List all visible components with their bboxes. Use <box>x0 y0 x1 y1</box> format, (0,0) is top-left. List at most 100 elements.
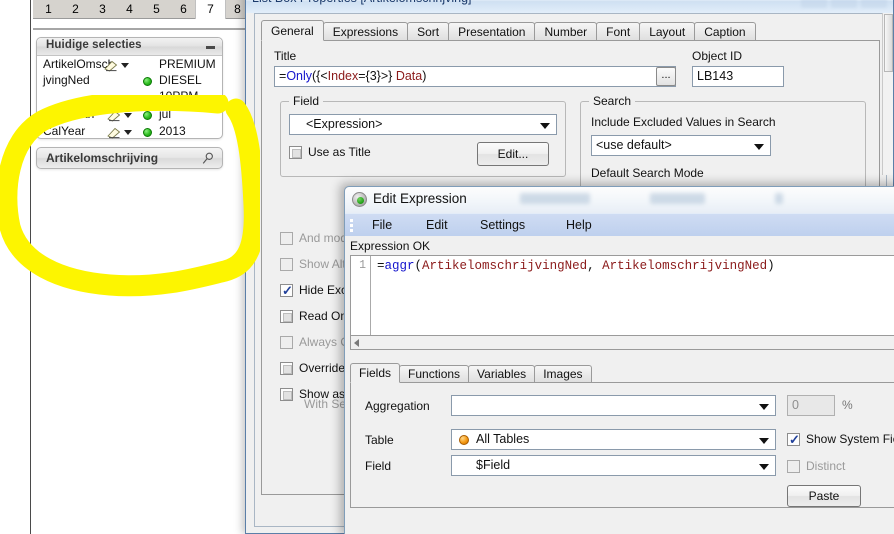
title-token-2: ({< <box>312 69 328 83</box>
title-token-5: Data <box>395 69 423 83</box>
sheet-tab-strip[interactable]: 12345678 <box>33 0 250 19</box>
percent-input[interactable]: 0 <box>787 395 835 416</box>
code-token-3: ArtikelomschrijvingNed <box>422 259 588 273</box>
document-left-rail <box>0 0 31 534</box>
code-token-5: ArtikelomschrijvingNed <box>602 259 768 273</box>
fields-tab-pane: Aggregation 0 % Table All Tables ✓ Show … <box>350 382 894 508</box>
line-number: 1 <box>359 259 366 272</box>
selection-row[interactable]: ArtikelOmsch jvingNed PREMIUM DIESEL 10PPM <box>37 57 222 107</box>
title-expression-button[interactable]: ... <box>656 67 676 86</box>
selection-value: 10PPM <box>159 89 199 103</box>
clear-selection-icon[interactable] <box>103 59 119 72</box>
tab-number[interactable]: Number <box>534 22 598 41</box>
checkbox-box <box>787 460 800 473</box>
listbox-title: Artikelomschrijving <box>46 151 159 165</box>
selection-row[interactable]: CalMonth jul <box>37 107 222 124</box>
code-token-1: aggr <box>384 259 415 273</box>
editor-horizontal-scrollbar[interactable] <box>350 335 894 350</box>
field-groupbox: Field <Expression> Use as Title Edit... <box>280 94 566 177</box>
code-token-2: ( <box>414 259 423 273</box>
ghost-text-3 <box>775 193 783 204</box>
properties-titlebar[interactable]: List Box Properties [Artikelomschrijving… <box>246 0 893 13</box>
tab-font[interactable]: Font <box>596 22 641 41</box>
selection-row[interactable]: CalYear 2013 <box>37 124 222 141</box>
field-expression-combo[interactable]: <Expression> <box>289 114 557 135</box>
tab-presentation[interactable]: Presentation <box>448 22 536 41</box>
expression-code[interactable]: =aggr(ArtikelomschrijvingNed, Artikeloms… <box>377 259 775 273</box>
menu-help[interactable]: Help <box>559 217 599 233</box>
minimize-button[interactable] <box>801 0 827 8</box>
expression-editor[interactable]: 1 =aggr(ArtikelomschrijvingNed, Artikelo… <box>350 255 894 335</box>
expression-status: Expression OK <box>350 239 431 253</box>
aggregation-label: Aggregation <box>365 399 430 413</box>
edit-expression-lower: Fields Functions Variables Images Aggregati… <box>350 363 894 508</box>
edit-expression-menubar[interactable]: File Edit Settings Help <box>345 213 894 236</box>
paste-button[interactable]: Paste <box>787 485 861 507</box>
title-token-3: Index <box>327 69 359 83</box>
field-group-label: Field <box>289 94 324 108</box>
expression-tab-strip[interactable]: Fields Functions Variables Images <box>350 363 592 383</box>
properties-tab-strip[interactable]: General Expressions Sort Presentation Number… <box>261 20 756 41</box>
checkbox-box <box>280 258 293 271</box>
table-combo[interactable]: All Tables <box>451 429 776 450</box>
tab-expressions[interactable]: Expressions <box>322 22 409 41</box>
properties-vertical-scrollbar[interactable] <box>882 13 893 175</box>
field-value: $Field <box>476 458 511 472</box>
tab-sort[interactable]: Sort <box>407 22 450 41</box>
field-combo[interactable]: $Field <box>451 455 776 476</box>
search-group-label: Search <box>589 94 636 108</box>
scroll-left-arrow-icon[interactable] <box>354 339 359 347</box>
ghost-text-2 <box>650 193 705 204</box>
title-input[interactable]: =Only({<Index={3}>} Data) <box>274 66 676 87</box>
close-button[interactable] <box>861 0 887 8</box>
listbox-artikelomschrijving[interactable]: Artikelomschrijving <box>36 147 223 169</box>
menu-settings[interactable]: Settings <box>473 217 532 233</box>
expression-tab-functions[interactable]: Functions <box>399 365 470 383</box>
maximize-button[interactable] <box>831 0 857 8</box>
include-excluded-combo[interactable]: <use default> <box>591 135 771 156</box>
tab-layout[interactable]: Layout <box>639 22 696 41</box>
checkbox-box <box>280 388 293 401</box>
search-icon[interactable] <box>202 152 214 170</box>
checkbox-box <box>289 146 302 159</box>
expression-tab-variables[interactable]: Variables <box>468 365 536 383</box>
chevron-down-icon <box>759 437 769 444</box>
chevron-down-icon[interactable] <box>124 113 132 118</box>
scrollbar-thumb[interactable] <box>884 14 893 72</box>
chevron-down-icon[interactable] <box>121 63 129 68</box>
check-icon: ✓ <box>789 432 800 447</box>
expression-tab-images[interactable]: Images <box>534 365 592 383</box>
tab-general[interactable]: General <box>261 20 324 41</box>
edit-button[interactable]: Edit... <box>477 142 549 166</box>
menu-grip-icon[interactable] <box>350 219 353 232</box>
current-selections-panel: Huidige selecties ArtikelOmsch jvingNed PR… <box>36 37 223 139</box>
current-selections-rows: ArtikelOmsch jvingNed PREMIUM DIESEL 10PPM Ca… <box>37 57 222 141</box>
checkbox-box <box>280 310 293 323</box>
menu-edit[interactable]: Edit <box>419 217 455 233</box>
object-id-label: Object ID <box>692 49 743 63</box>
expression-tab-fields[interactable]: Fields <box>350 363 401 383</box>
title-label: Title <box>274 49 297 63</box>
distinct-label: Distinct <box>806 459 846 473</box>
ghost-text-1 <box>520 193 590 204</box>
current-selections-title: Huidige selecties <box>46 39 142 51</box>
selection-state-indicator <box>143 128 152 137</box>
checkbox-box <box>280 336 293 349</box>
menu-file[interactable]: File <box>365 217 399 233</box>
clear-selection-icon[interactable] <box>106 126 122 139</box>
current-selections-caption[interactable]: Huidige selecties <box>37 38 222 56</box>
tab-caption[interactable]: Caption <box>694 22 756 41</box>
selection-state-indicator <box>143 77 152 86</box>
clear-selection-icon[interactable] <box>106 109 122 122</box>
chevron-down-icon[interactable] <box>124 130 132 135</box>
object-id-input[interactable]: LB143 <box>692 66 784 87</box>
window-controls[interactable] <box>801 0 887 8</box>
edit-expression-titlebar[interactable]: Edit Expression <box>345 187 894 213</box>
selection-field-name-cont: jvingNed <box>43 73 90 87</box>
show-system-fields-label: Show System Fields <box>806 432 894 446</box>
code-token-0: = <box>377 259 385 273</box>
aggregation-combo[interactable] <box>451 395 776 416</box>
code-token-4: , <box>587 259 603 273</box>
table-icon <box>459 435 469 445</box>
minimize-icon[interactable] <box>206 46 215 49</box>
